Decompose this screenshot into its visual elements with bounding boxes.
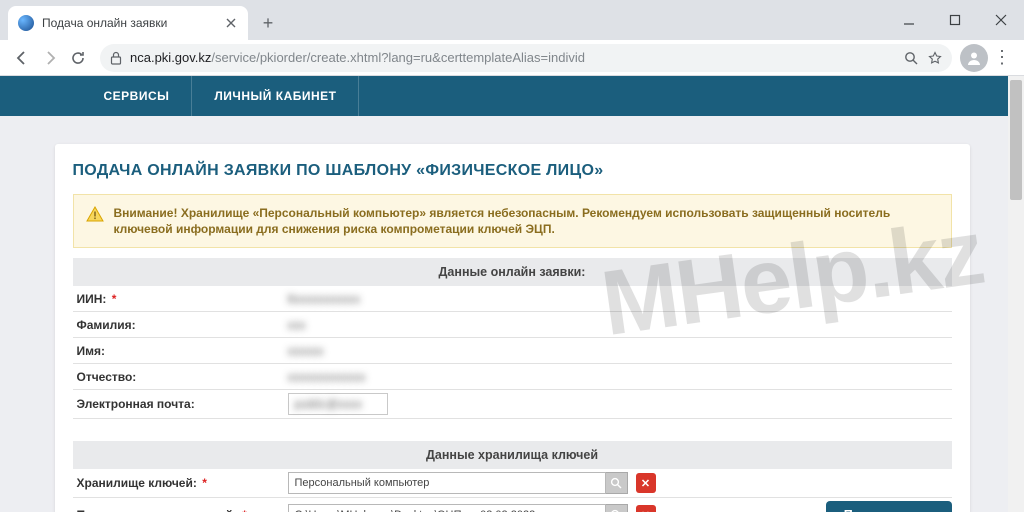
row-patronymic: Отчество: xxxxxxxxxxxxx — [73, 364, 952, 390]
browser-menu-button[interactable]: ⋮ — [988, 47, 1016, 68]
value-patronymic: xxxxxxxxxxxxx — [288, 370, 366, 384]
keypath-clear-button[interactable]: ✕ — [636, 505, 656, 512]
value-name: xxxxxx — [288, 344, 324, 358]
top-nav: СЕРВИСЫ ЛИЧНЫЙ КАБИНЕТ — [0, 76, 1024, 116]
page-viewport: MHelp.kz СЕРВИСЫ ЛИЧНЫЙ КАБИНЕТ ПОДАЧА О… — [0, 76, 1024, 512]
value-iin: 8xxxxxxxxxxx — [288, 292, 361, 306]
browser-tab-strip: Подача онлайн заявки + — [0, 0, 1024, 40]
tab-favicon — [18, 15, 34, 31]
lock-icon — [110, 51, 122, 65]
url-text: nca.pki.gov.kz/service/pkiorder/create.x… — [130, 50, 585, 65]
required-mark: * — [108, 292, 116, 306]
address-bar: nca.pki.gov.kz/service/pkiorder/create.x… — [0, 40, 1024, 76]
browser-tab[interactable]: Подача онлайн заявки — [8, 6, 248, 40]
value-email: public@xxxx — [295, 397, 363, 411]
back-button[interactable] — [8, 44, 36, 72]
tab-close-icon[interactable] — [224, 16, 238, 30]
profile-avatar[interactable] — [960, 44, 988, 72]
label-patronymic: Отчество: — [73, 370, 288, 384]
close-window-button[interactable] — [978, 0, 1024, 40]
row-keypath: Путь к хранилищу ключей: * ✕ Подать заяв… — [73, 498, 952, 512]
star-icon[interactable] — [928, 51, 942, 65]
omnibox[interactable]: nca.pki.gov.kz/service/pkiorder/create.x… — [100, 44, 952, 72]
section-keystore: Данные хранилища ключей — [73, 441, 952, 469]
row-iin: ИИН: * 8xxxxxxxxxxx — [73, 286, 952, 312]
window-controls — [886, 0, 1024, 40]
row-surname: Фамилия: xxx — [73, 312, 952, 338]
warning-icon — [86, 205, 104, 237]
nav-services[interactable]: СЕРВИСЫ — [82, 76, 193, 116]
reload-button[interactable] — [64, 44, 92, 72]
row-email: Электронная почта: public@xxxx — [73, 390, 952, 419]
minimize-button[interactable] — [886, 0, 932, 40]
label-iin: ИИН: — [77, 292, 107, 306]
required-mark: * — [239, 508, 247, 512]
label-email: Электронная почта: — [73, 397, 288, 411]
form-card: ПОДАЧА ОНЛАЙН ЗАЯВКИ ПО ШАБЛОНУ «ФИЗИЧЕС… — [55, 144, 970, 512]
label-surname: Фамилия: — [73, 318, 288, 332]
keystore-clear-button[interactable]: ✕ — [636, 473, 656, 493]
new-tab-button[interactable]: + — [254, 9, 282, 37]
page-title: ПОДАЧА ОНЛАЙН ЗАЯВКИ ПО ШАБЛОНУ «ФИЗИЧЕС… — [73, 162, 952, 180]
row-keystore: Хранилище ключей: * ✕ — [73, 469, 952, 498]
omnibox-actions — [904, 51, 942, 65]
keypath-input[interactable] — [288, 504, 606, 512]
section-request-data: Данные онлайн заявки: — [73, 258, 952, 286]
label-keypath: Путь к хранилищу ключей: — [77, 508, 237, 512]
label-keystore: Хранилище ключей: — [77, 476, 197, 490]
zoom-icon[interactable] — [904, 51, 918, 65]
forward-button[interactable] — [36, 44, 64, 72]
maximize-button[interactable] — [932, 0, 978, 40]
submit-button[interactable]: Подать заявку — [826, 501, 952, 512]
row-name: Имя: xxxxxx — [73, 338, 952, 364]
warning-alert: Внимание! Хранилище «Персональный компью… — [73, 194, 952, 248]
keystore-input[interactable] — [288, 472, 606, 494]
warning-text: Внимание! Хранилище «Персональный компью… — [114, 205, 939, 237]
keypath-browse-button[interactable] — [606, 504, 628, 512]
nav-cabinet[interactable]: ЛИЧНЫЙ КАБИНЕТ — [192, 76, 359, 116]
value-surname: xxx — [288, 318, 306, 332]
value-email-box: public@xxxx — [288, 393, 388, 415]
scrollbar-thumb[interactable] — [1010, 80, 1022, 200]
tab-title: Подача онлайн заявки — [42, 16, 224, 30]
scrollbar-track[interactable] — [1008, 76, 1024, 512]
keystore-browse-button[interactable] — [606, 472, 628, 494]
required-mark: * — [199, 476, 207, 490]
label-name: Имя: — [73, 344, 288, 358]
